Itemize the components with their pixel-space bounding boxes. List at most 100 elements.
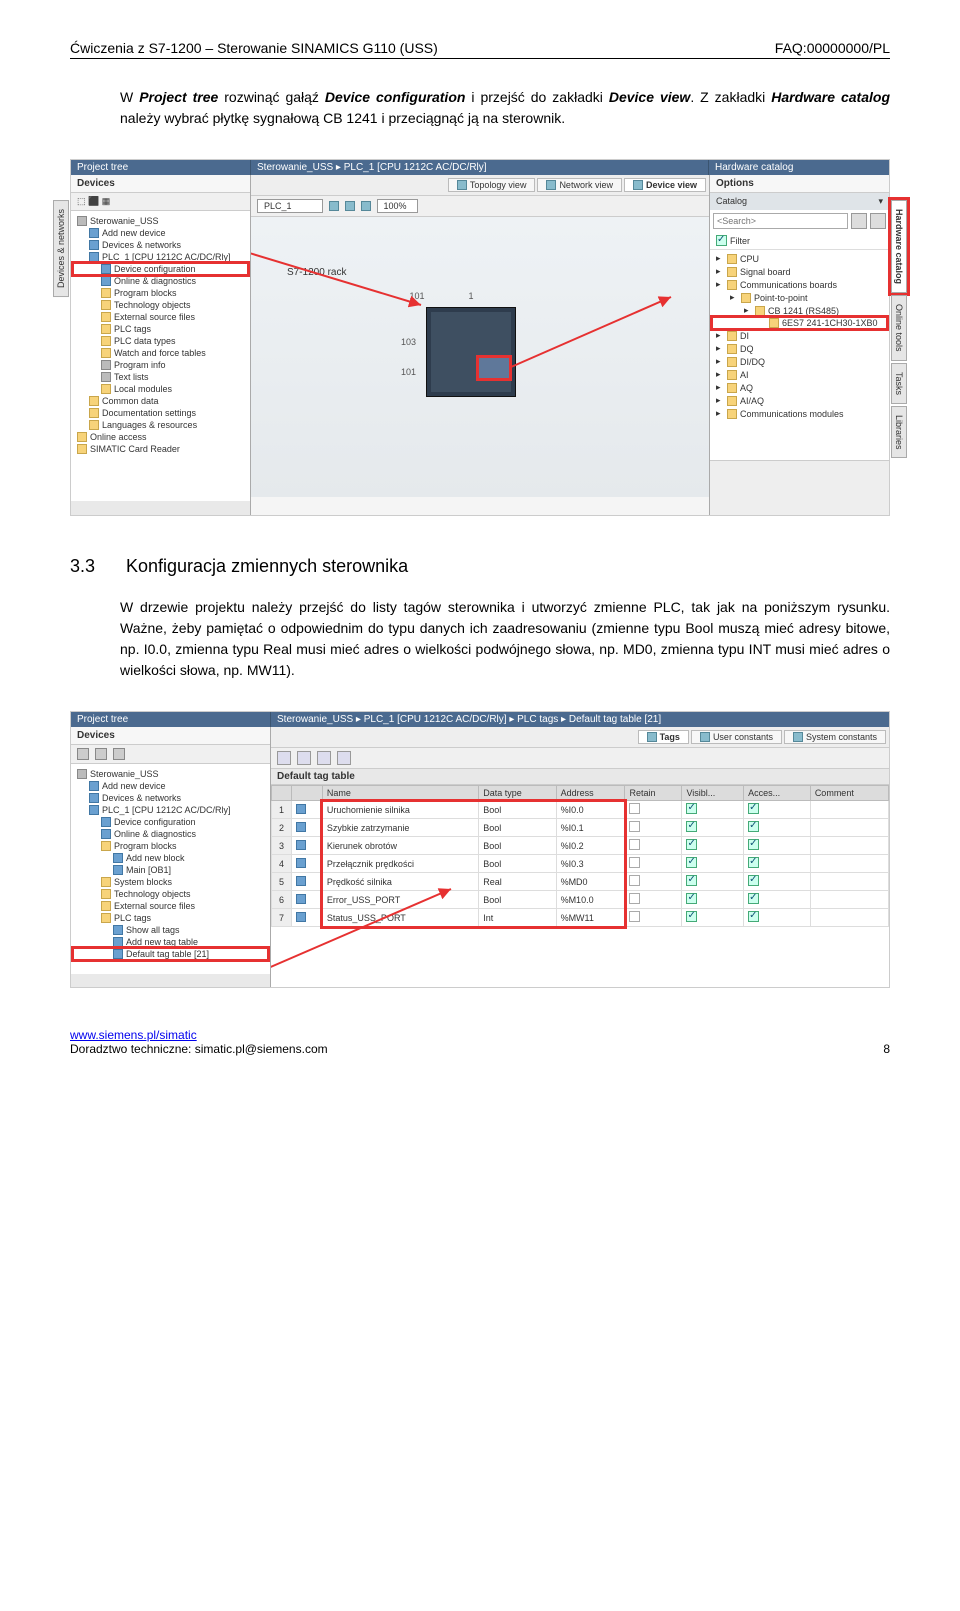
table-row[interactable]: 3Kierunek obrotówBool%I0.2 [272, 837, 889, 855]
tree-item[interactable]: Add new device [73, 780, 268, 792]
tree-item[interactable]: Program blocks [73, 840, 268, 852]
tree-item[interactable]: Add new block [73, 852, 268, 864]
checkbox-checked[interactable] [686, 821, 697, 832]
toolbar-icon[interactable] [297, 751, 311, 765]
toolbar-icon[interactable] [77, 748, 89, 760]
catalog-item[interactable]: ▸AQ [712, 381, 887, 394]
tree-item[interactable]: Online & diagnostics [73, 828, 268, 840]
tree-item[interactable]: Default tag table [21] [73, 948, 268, 960]
checkbox-checked[interactable] [748, 857, 759, 868]
col-visible[interactable]: Visibl... [682, 786, 744, 801]
tab-user-constants[interactable]: User constants [691, 730, 782, 744]
tree-item[interactable]: Add new tag table [73, 936, 268, 948]
tree-item[interactable]: PLC tags [73, 912, 268, 924]
checkbox-checked[interactable] [748, 893, 759, 904]
table-row[interactable]: 6Error_USS_PORTBool%M10.0 [272, 891, 889, 909]
checkbox-checked[interactable] [748, 875, 759, 886]
tree-item[interactable]: PLC_1 [CPU 1212C AC/DC/Rly] [73, 251, 248, 263]
checkbox-unchecked[interactable] [629, 893, 640, 904]
tree-item[interactable]: Technology objects [73, 888, 268, 900]
catalog-item[interactable]: ▸Point-to-point [712, 291, 887, 304]
table-row[interactable]: 5Prędkość silnikaReal%MD0 [272, 873, 889, 891]
table-row[interactable]: 7Status_USS_PORTInt%MW11 [272, 909, 889, 927]
plc-device[interactable] [426, 307, 516, 397]
plc-dropdown[interactable]: PLC_1 [257, 199, 323, 213]
filter-checkbox-row[interactable]: Filter [710, 232, 889, 250]
tab-system-constants[interactable]: System constants [784, 730, 886, 744]
checkbox-checked[interactable] [748, 839, 759, 850]
tab-topology[interactable]: Topology view [448, 178, 536, 192]
checkbox-checked[interactable] [686, 875, 697, 886]
tree-item[interactable]: Technology objects [73, 299, 248, 311]
col-retain[interactable]: Retain [625, 786, 682, 801]
catalog-item[interactable]: ▸Communications modules [712, 407, 887, 420]
tree-item[interactable]: System blocks [73, 876, 268, 888]
cb1241-module[interactable] [479, 358, 509, 378]
footer-url[interactable]: www.siemens.pl/simatic [70, 1028, 197, 1042]
catalog-item[interactable]: ▸Communications boards [712, 278, 887, 291]
tree-item[interactable]: Main [OB1] [73, 864, 268, 876]
catalog-item[interactable]: ▸DQ [712, 342, 887, 355]
checkbox-checked[interactable] [686, 893, 697, 904]
tree-item[interactable]: PLC tags [73, 323, 248, 335]
tab-device[interactable]: Device view [624, 178, 706, 192]
tree-item[interactable]: Show all tags [73, 924, 268, 936]
tree-item[interactable]: Online access [73, 431, 248, 443]
catalog-tree[interactable]: ▸CPU▸Signal board▸Communications boards▸… [710, 250, 889, 460]
checkbox-unchecked[interactable] [629, 803, 640, 814]
tree-item[interactable]: Documentation settings [73, 407, 248, 419]
project-tree-2[interactable]: Sterowanie_USSAdd new deviceDevices & ne… [71, 764, 270, 974]
toolbar-icon[interactable] [317, 751, 331, 765]
tree-item[interactable]: External source files [73, 900, 268, 912]
search-clear-button[interactable] [870, 213, 886, 229]
catalog-item[interactable]: ▸AI/AQ [712, 394, 887, 407]
checkbox-checked[interactable] [686, 911, 697, 922]
checkbox-checked[interactable] [748, 821, 759, 832]
catalog-item[interactable]: ▸DI/DQ [712, 355, 887, 368]
catalog-item[interactable]: ▸CB 1241 (RS485) [712, 304, 887, 317]
checkbox-checked[interactable] [686, 857, 697, 868]
col-access[interactable]: Acces... [744, 786, 811, 801]
checkbox-unchecked[interactable] [629, 821, 640, 832]
tree-item[interactable]: Sterowanie_USS [73, 768, 268, 780]
tree-item[interactable]: Device configuration [73, 816, 268, 828]
table-row[interactable]: 4Przełącznik prędkościBool%I0.3 [272, 855, 889, 873]
checkbox-checked[interactable] [686, 803, 697, 814]
tree-item[interactable]: Watch and force tables [73, 347, 248, 359]
checkbox-checked[interactable] [686, 839, 697, 850]
catalog-item[interactable]: 6ES7 241-1CH30-1XB0 [712, 317, 887, 329]
tree-item[interactable]: Local modules [73, 383, 248, 395]
tab-tags[interactable]: Tags [638, 730, 689, 744]
col-address[interactable]: Address [556, 786, 625, 801]
checkbox-unchecked[interactable] [629, 839, 640, 850]
vtab-online-tools[interactable]: Online tools [891, 295, 907, 361]
tree-item[interactable]: Add new device [73, 227, 248, 239]
tree-item[interactable]: Text lists [73, 371, 248, 383]
search-button[interactable] [851, 213, 867, 229]
catalog-search-input[interactable] [713, 213, 848, 229]
vtab-hardware-catalog[interactable]: Hardware catalog [891, 200, 907, 293]
toolbar-icon[interactable] [345, 201, 355, 211]
tree-item[interactable]: Program blocks [73, 287, 248, 299]
table-row[interactable]: 2Szybkie zatrzymanieBool%I0.1 [272, 819, 889, 837]
catalog-item[interactable]: ▸AI [712, 368, 887, 381]
checkbox-unchecked[interactable] [629, 857, 640, 868]
checkbox-unchecked[interactable] [629, 911, 640, 922]
toolbar-icon[interactable] [361, 201, 371, 211]
tab-network[interactable]: Network view [537, 178, 622, 192]
checkbox-checked[interactable] [748, 911, 759, 922]
tree-item[interactable]: Languages & resources [73, 419, 248, 431]
device-canvas[interactable]: S7-1200 rack 101 1 103 101 [251, 217, 709, 497]
tree-item[interactable]: External source files [73, 311, 248, 323]
col-name[interactable]: Name [322, 786, 478, 801]
catalog-section-label[interactable]: Catalog [716, 196, 747, 207]
checkbox-unchecked[interactable] [629, 875, 640, 886]
tree-item[interactable]: Devices & networks [73, 792, 268, 804]
toolbar-icon[interactable] [329, 201, 339, 211]
tree-item[interactable]: SIMATIC Card Reader [73, 443, 248, 455]
col-comment[interactable]: Comment [810, 786, 888, 801]
tree-item[interactable]: Program info [73, 359, 248, 371]
zoom-dropdown[interactable]: 100% [377, 199, 418, 213]
vtab-devices-networks[interactable]: Devices & networks [53, 200, 69, 297]
checkbox-checked[interactable] [748, 803, 759, 814]
